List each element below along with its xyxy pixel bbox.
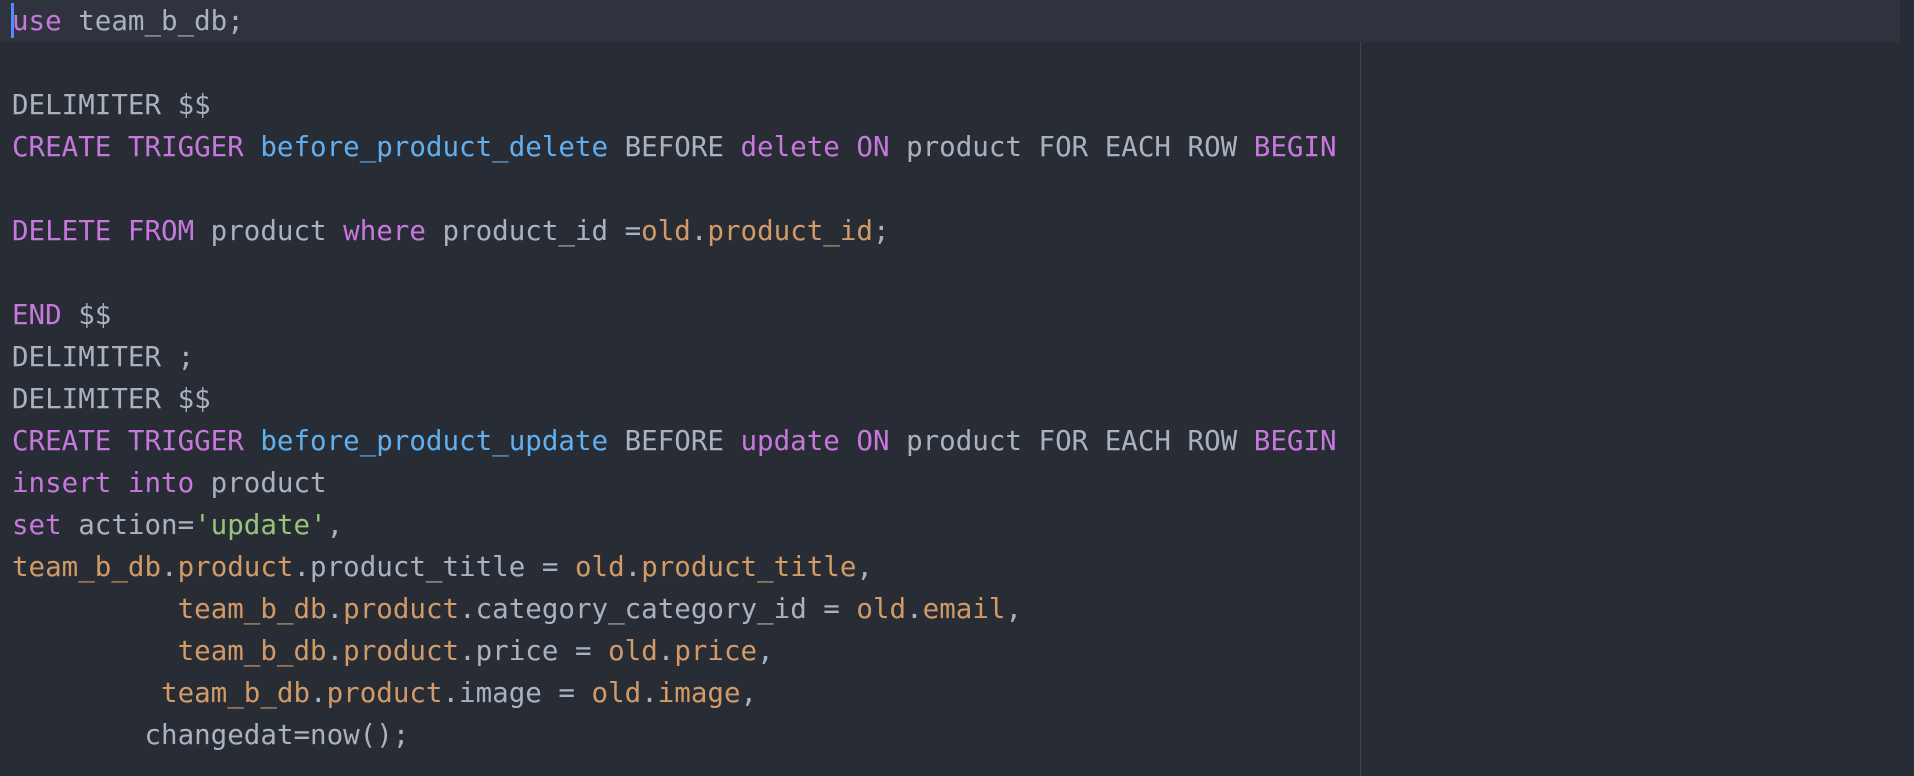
code-line[interactable]: DELIMITER $$ [0, 378, 1900, 420]
code-line[interactable]: insert into product [0, 462, 1900, 504]
code-token: before_product_delete [260, 131, 609, 163]
code-token: 'update' [194, 509, 327, 541]
code-token: product [326, 677, 443, 709]
code-token: , [757, 635, 774, 667]
code-token: old [641, 215, 691, 247]
code-token: product [194, 215, 344, 247]
code-token: . [624, 551, 642, 583]
code-token: product [194, 467, 327, 499]
code-line[interactable]: team_b_db.product.product_title = old.pr… [0, 546, 1900, 588]
code-token: price [674, 635, 758, 667]
code-line[interactable]: DELETE FROM product where product_id =ol… [0, 210, 1900, 252]
code-token: .category_category_id = [459, 593, 857, 625]
code-token: , [740, 677, 758, 709]
code-token: insert into [12, 467, 195, 499]
code-token: where [343, 215, 426, 247]
code-token: .image = [442, 677, 592, 709]
code-token: delete ON [740, 131, 890, 163]
code-token: team_b_db [12, 551, 162, 583]
code-token: END [12, 299, 62, 331]
code-token: product [177, 551, 294, 583]
code-line[interactable]: set action='update', [0, 504, 1900, 546]
code-token: . [326, 635, 344, 667]
code-token: image [657, 677, 741, 709]
code-line[interactable] [0, 168, 1900, 210]
code-token: use [12, 5, 62, 37]
code-token: old [608, 635, 658, 667]
code-token: BEGIN [1253, 131, 1337, 163]
code-token: old [574, 551, 625, 583]
code-token: DELIMITER ; [12, 341, 195, 373]
code-token: product_id = [425, 215, 642, 247]
code-token: .product_title = [293, 551, 575, 583]
code-line[interactable]: use team_b_db; [0, 0, 1900, 42]
code-line[interactable]: team_b_db.product.category_category_id =… [0, 588, 1900, 630]
code-token: email [922, 593, 1006, 625]
code-token: old [591, 677, 642, 709]
code-token: DELIMITER $$ [12, 383, 211, 415]
code-token: , [1005, 593, 1023, 625]
code-token: . [161, 551, 178, 583]
code-token: product_title [641, 551, 857, 583]
code-token: . [906, 593, 923, 625]
code-token: . [326, 593, 344, 625]
code-token: .price = [459, 635, 609, 667]
code-token: BEFORE [608, 131, 741, 163]
code-token: ; [872, 215, 890, 247]
code-token: team_b_db; [61, 5, 244, 37]
code-token: changedat=now(); [12, 719, 410, 751]
code-line[interactable]: CREATE TRIGGER before_product_delete BEF… [0, 126, 1900, 168]
code-token: DELIMITER $$ [12, 89, 211, 121]
code-token: . [657, 635, 675, 667]
code-token: , [326, 509, 344, 541]
code-line[interactable] [0, 42, 1900, 84]
code-line[interactable]: END $$ [0, 294, 1900, 336]
code-editor[interactable]: use team_b_db; DELIMITER $$ CREATE TRIGGER… [0, 0, 1914, 776]
code-token: . [310, 677, 327, 709]
code-token: . [641, 677, 658, 709]
code-token: DELETE FROM [12, 215, 195, 247]
code-line[interactable] [0, 252, 1900, 294]
code-token: $$ [61, 299, 112, 331]
code-token: . [690, 215, 708, 247]
code-token: set [12, 509, 62, 541]
text-cursor [11, 3, 14, 38]
code-line[interactable]: changedat=now(); [0, 714, 1900, 756]
code-token: team_b_db [161, 677, 311, 709]
code-token: BEFORE [608, 425, 741, 457]
code-line[interactable]: DELIMITER $$ [0, 84, 1900, 126]
code-token: product FOR EACH ROW [889, 425, 1254, 457]
code-token: product FOR EACH ROW [889, 131, 1254, 163]
code-token: team_b_db [177, 635, 327, 667]
code-token: BEGIN [1253, 425, 1337, 457]
code-line[interactable]: CREATE TRIGGER before_product_update BEF… [0, 420, 1900, 462]
code-token: product [343, 635, 460, 667]
code-token: before_product_update [260, 425, 609, 457]
code-token: CREATE TRIGGER [12, 131, 261, 163]
code-line[interactable]: team_b_db.product.price = old.price, [0, 630, 1900, 672]
code-line[interactable]: team_b_db.product.image = old.image, [0, 672, 1900, 714]
code-token: team_b_db [177, 593, 327, 625]
code-token: product [343, 593, 460, 625]
code-token: update ON [740, 425, 890, 457]
code-token: action= [61, 509, 195, 541]
code-token: product_id [707, 215, 873, 247]
code-token: , [856, 551, 873, 583]
code-token: CREATE TRIGGER [12, 425, 261, 457]
code-line[interactable]: DELIMITER ; [0, 336, 1900, 378]
code-token: old [856, 593, 907, 625]
